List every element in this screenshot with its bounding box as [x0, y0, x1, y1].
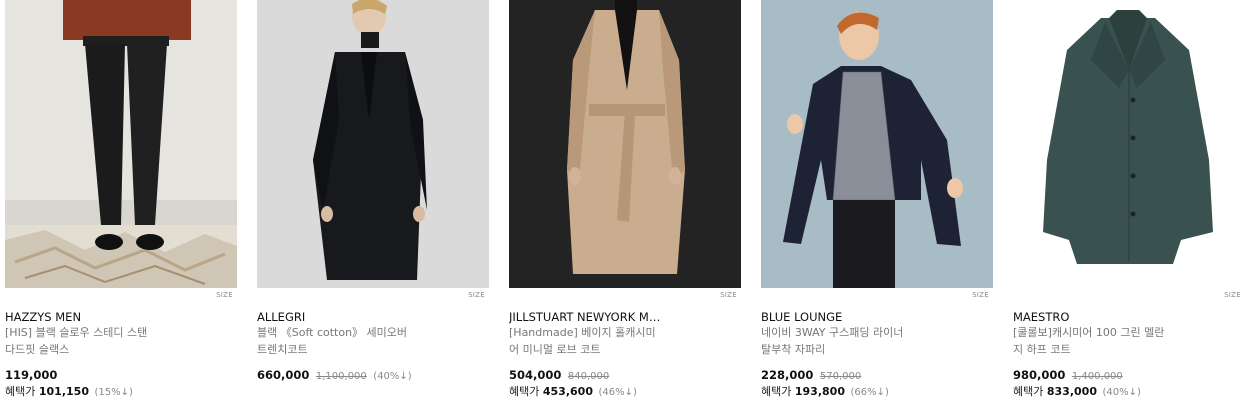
size-badge: SIZE — [720, 291, 737, 299]
price-row: 228,000 570,000 — [761, 368, 861, 382]
product-image[interactable] — [509, 0, 741, 288]
benefit-label: 혜택가 — [761, 385, 792, 398]
benefit-rate: (46%↓) — [598, 387, 637, 398]
product-card[interactable]: SIZE BLUE LOUNGE 네이비 3WAY 구스패딩 라이너 탈부착 자… — [761, 0, 993, 406]
benefit-price: 193,800 — [794, 385, 845, 398]
original-price: 570,000 — [819, 371, 862, 382]
price-row: 660,000 1,100,000 (40%↓) — [257, 368, 412, 382]
brand-name[interactable]: ALLEGRI — [257, 310, 485, 324]
benefit-row: 혜택가 833,000 (40%↓) — [1013, 383, 1141, 399]
brand-name[interactable]: HAZZYS MEN — [5, 310, 233, 324]
product-name[interactable]: [Handmade] 베이지 홀캐시미 어 미니멀 로브 코트 — [509, 324, 689, 358]
product-image[interactable] — [5, 0, 237, 288]
size-badge: SIZE — [972, 291, 989, 299]
product-name-line: 탈부착 자파리 — [761, 343, 826, 356]
sale-price: 504,000 — [509, 368, 562, 382]
price-row: 980,000 1,400,000 — [1013, 368, 1123, 382]
benefit-price: 833,000 — [1046, 385, 1097, 398]
product-name-line: [Handmade] 베이지 홀캐시미 — [509, 326, 656, 339]
discount-rate: (40%↓) — [373, 371, 412, 382]
sale-price: 660,000 — [257, 368, 310, 382]
benefit-row: 혜택가 101,150 (15%↓) — [5, 383, 133, 399]
brand-name[interactable]: MAESTRO — [1013, 310, 1241, 324]
original-price: 1,400,000 — [1071, 371, 1123, 382]
product-image-padding-jacket — [761, 0, 993, 288]
product-name[interactable]: [쿨롤보]캐시미어 100 그린 멜란 지 하프 코트 — [1013, 324, 1193, 358]
product-grid: SIZE HAZZYS MEN [HIS] 블랙 슬로우 스테디 스탠 다드핏 … — [0, 0, 1250, 406]
original-price: 840,000 — [567, 371, 610, 382]
benefit-row: 혜택가 193,800 (66%↓) — [761, 383, 889, 399]
product-name-line: [HIS] 블랙 슬로우 스테디 스탠 — [5, 326, 148, 339]
sale-price: 980,000 — [1013, 368, 1066, 382]
product-name[interactable]: [HIS] 블랙 슬로우 스테디 스탠 다드핏 슬랙스 — [5, 324, 185, 358]
product-name-line: [쿨롤보]캐시미어 100 그린 멜란 — [1013, 326, 1165, 339]
benefit-rate: (66%↓) — [850, 387, 889, 398]
benefit-label: 혜택가 — [509, 385, 540, 398]
product-name-line: 트렌치코트 — [257, 343, 308, 356]
product-image-half-coat — [1013, 0, 1245, 288]
benefit-price: 101,150 — [38, 385, 89, 398]
product-image-slacks — [5, 0, 237, 288]
product-name-line: 어 미니멀 로브 코트 — [509, 343, 601, 356]
benefit-price: 453,600 — [542, 385, 593, 398]
benefit-rate: (40%↓) — [1102, 387, 1141, 398]
product-card[interactable]: SIZE JILLSTUART NEWYORK M… [Handmade] 베이… — [509, 0, 741, 406]
product-name-line: 다드핏 슬랙스 — [5, 343, 70, 356]
product-name-line: 지 하프 코트 — [1013, 343, 1071, 356]
product-image-trench-coat — [257, 0, 489, 288]
product-image[interactable] — [1013, 0, 1245, 288]
size-badge: SIZE — [1224, 291, 1241, 299]
product-card[interactable]: SIZE HAZZYS MEN [HIS] 블랙 슬로우 스테디 스탠 다드핏 … — [5, 0, 237, 406]
brand-name[interactable]: JILLSTUART NEWYORK M… — [509, 310, 737, 324]
product-card[interactable]: SIZE ALLEGRI 블랙 《Soft cotton》 세미오버 트렌치코트… — [257, 0, 489, 406]
brand-name[interactable]: BLUE LOUNGE — [761, 310, 989, 324]
original-price: 1,100,000 — [315, 371, 367, 382]
price-row: 504,000 840,000 — [509, 368, 609, 382]
benefit-label: 혜택가 — [5, 385, 36, 398]
product-image-robe-coat — [509, 0, 741, 288]
sale-price: 119,000 — [5, 368, 58, 382]
benefit-label: 혜택가 — [1013, 385, 1044, 398]
product-name[interactable]: 네이비 3WAY 구스패딩 라이너 탈부착 자파리 — [761, 324, 941, 358]
size-badge: SIZE — [468, 291, 485, 299]
product-image[interactable] — [257, 0, 489, 288]
product-image[interactable] — [761, 0, 993, 288]
sale-price: 228,000 — [761, 368, 814, 382]
product-card[interactable]: SIZE MAESTRO [쿨롤보]캐시미어 100 그린 멜란 지 하프 코트… — [1013, 0, 1245, 406]
product-name-line: 블랙 《Soft cotton》 세미오버 — [257, 326, 408, 339]
benefit-rate: (15%↓) — [94, 387, 133, 398]
benefit-row: 혜택가 453,600 (46%↓) — [509, 383, 637, 399]
price-row: 119,000 — [5, 368, 57, 382]
product-name[interactable]: 블랙 《Soft cotton》 세미오버 트렌치코트 — [257, 324, 437, 358]
product-name-line: 네이비 3WAY 구스패딩 라이너 — [761, 326, 904, 339]
size-badge: SIZE — [216, 291, 233, 299]
